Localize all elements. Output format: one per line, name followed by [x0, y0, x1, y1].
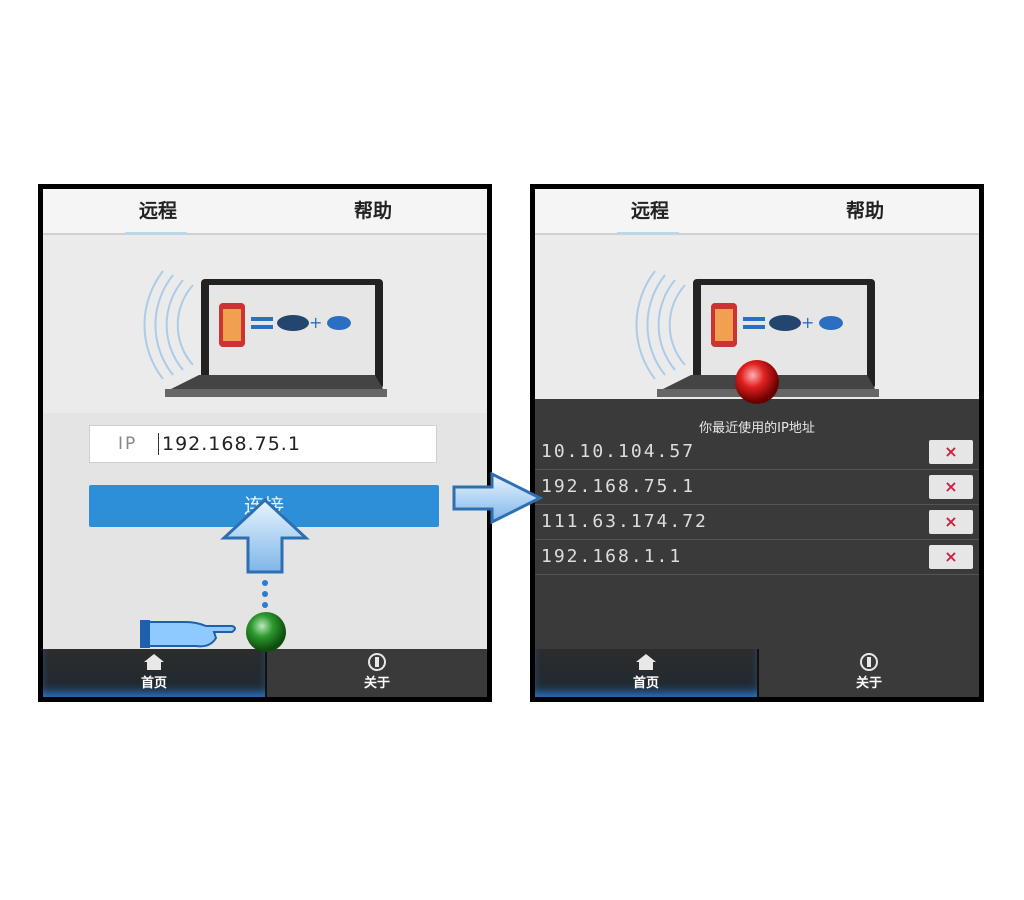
recent-ip-address[interactable]: 111.63.174.72 [541, 511, 708, 532]
app-screen: 远程 帮助 + [43, 189, 487, 697]
ip-input-value[interactable]: 192.168.75.1 [162, 433, 301, 455]
tab-help[interactable]: 帮助 [313, 189, 433, 233]
bottom-nav-bar: 首页 关于 [535, 649, 979, 697]
svg-text:+: + [309, 313, 322, 332]
about-label: 关于 [363, 676, 390, 691]
about-label: 关于 [855, 676, 882, 691]
bottom-nav-bar: 首页 关于 [43, 649, 487, 697]
list-item[interactable]: 192.168.75.1 × [535, 470, 979, 505]
recent-ip-address[interactable]: 192.168.1.1 [541, 546, 682, 567]
svg-text:+: + [801, 313, 814, 332]
delete-button[interactable]: × [929, 440, 973, 464]
recent-ip-address[interactable]: 10.10.104.57 [541, 441, 695, 462]
list-item[interactable]: 192.168.1.1 × [535, 540, 979, 575]
tab-help[interactable]: 帮助 [805, 189, 925, 233]
phone-screen-left: 远程 帮助 + IP 192.168.75.1 连接 首页 关于 [38, 184, 492, 702]
home-label: 首页 [140, 676, 167, 691]
info-icon [860, 653, 878, 671]
delete-button[interactable]: × [929, 475, 973, 499]
ip-label: IP [118, 434, 138, 454]
phone-screen-right: 远程 帮助 + 你最近使用的IP地址 10.10.104.57 × 192.16… [530, 184, 984, 702]
laptop-phone-mouse-icon: + [635, 270, 879, 397]
tab-remote[interactable]: 远程 [98, 189, 218, 233]
bottom-tab-about[interactable]: 关于 [265, 649, 487, 697]
delete-button[interactable]: × [929, 510, 973, 534]
delete-button[interactable]: × [929, 545, 973, 569]
laptop-phone-mouse-icon: + [143, 270, 387, 397]
app-screen: 远程 帮助 + [535, 189, 979, 697]
laptop-illustration: + [43, 235, 487, 413]
close-icon: × [944, 442, 958, 461]
home-label: 首页 [632, 676, 659, 691]
text-cursor [158, 433, 159, 455]
top-tab-bar: 远程 帮助 [535, 189, 979, 235]
close-icon: × [944, 512, 958, 531]
laptop-illustration: + [535, 235, 979, 413]
info-icon [368, 653, 386, 671]
list-item[interactable]: 10.10.104.57 × [535, 435, 979, 470]
ip-input-field[interactable]: IP 192.168.75.1 [89, 425, 437, 463]
bottom-tab-home[interactable]: 首页 [535, 649, 757, 697]
bottom-tab-about[interactable]: 关于 [757, 649, 979, 697]
bottom-tab-home[interactable]: 首页 [43, 649, 265, 697]
connect-button[interactable]: 连接 [89, 485, 439, 527]
tab-remote[interactable]: 远程 [590, 189, 710, 233]
home-icon [144, 654, 164, 670]
list-item[interactable]: 111.63.174.72 × [535, 505, 979, 540]
recent-ip-list: 你最近使用的IP地址 10.10.104.57 × 192.168.75.1 ×… [535, 399, 979, 651]
recent-ip-title: 你最近使用的IP地址 [699, 421, 815, 436]
close-icon: × [944, 477, 958, 496]
home-icon [636, 654, 656, 670]
recent-ip-address[interactable]: 192.168.75.1 [541, 476, 695, 497]
top-tab-bar: 远程 帮助 [43, 189, 487, 235]
close-icon: × [944, 547, 958, 566]
